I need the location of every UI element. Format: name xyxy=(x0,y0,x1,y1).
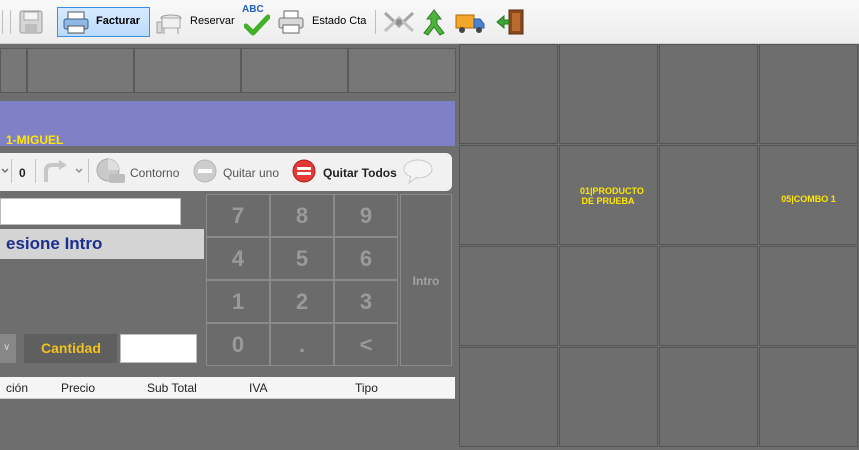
top-grid-cell[interactable] xyxy=(241,48,348,93)
keypad-key-3[interactable]: 3 xyxy=(334,280,398,323)
chevron-down-icon[interactable] xyxy=(1,166,9,176)
product-tile[interactable] xyxy=(459,347,558,447)
product-tile[interactable] xyxy=(659,44,758,144)
column-header-iva[interactable]: IVA xyxy=(249,381,267,395)
reservar-label[interactable]: Reservar xyxy=(190,15,235,27)
keypad-key-9[interactable]: 9 xyxy=(334,194,398,237)
table-reserve-icon[interactable] xyxy=(155,8,183,36)
keypad-key-6[interactable]: 6 xyxy=(334,237,398,280)
action-separator xyxy=(88,159,89,183)
spelling-button[interactable]: ABC xyxy=(240,4,274,38)
remove-all-icon[interactable] xyxy=(291,158,317,184)
column-header-tipo[interactable]: Tipo xyxy=(355,381,378,395)
split-account-icon[interactable] xyxy=(382,8,416,36)
top-grid-cell[interactable] xyxy=(134,48,241,93)
toolbar-separator xyxy=(375,10,376,34)
estado-cta-label[interactable]: Estado Cta xyxy=(312,15,366,27)
quitar-uno-label[interactable]: Quitar uno xyxy=(223,166,279,180)
top-grid-cell[interactable] xyxy=(27,48,134,93)
quantity-dropdown[interactable]: ∨ xyxy=(0,334,16,363)
keypad-key-2[interactable]: 2 xyxy=(270,280,334,323)
remove-one-icon[interactable] xyxy=(192,158,218,184)
product-tile[interactable] xyxy=(659,246,758,346)
facturar-button[interactable]: Facturar xyxy=(57,7,150,37)
redo-arrow-icon[interactable] xyxy=(41,158,69,184)
quitar-todos-label[interactable]: Quitar Todos xyxy=(323,166,397,180)
printer-icon xyxy=(63,11,89,34)
product-tile[interactable] xyxy=(759,246,858,346)
keypad-key-4[interactable]: 4 xyxy=(206,237,270,280)
delivery-truck-icon[interactable] xyxy=(454,8,486,36)
product-tile[interactable] xyxy=(559,246,658,346)
statement-printer-icon[interactable] xyxy=(277,8,305,36)
product-tile[interactable] xyxy=(559,44,658,144)
keypad-intro-button[interactable]: Intro xyxy=(400,194,452,366)
toolbar-separator xyxy=(2,10,3,34)
action-separator xyxy=(35,159,36,183)
toolbar: Facturar Reservar ABC Estado Cta xyxy=(0,0,859,44)
contorno-label[interactable]: Contorno xyxy=(130,166,179,180)
chevron-down-icon[interactable] xyxy=(75,166,83,176)
product-code-input[interactable] xyxy=(0,198,181,225)
top-grid-cell[interactable] xyxy=(0,48,27,93)
product-tile[interactable] xyxy=(459,246,558,346)
save-icon[interactable] xyxy=(17,8,45,36)
product-grid: 01|PRODUCTO DE PRUEBA 05|COMBO 1 xyxy=(459,44,859,450)
product-tile[interactable] xyxy=(759,347,858,447)
column-header-precio[interactable]: Precio xyxy=(61,381,95,395)
comment-bubble-icon[interactable] xyxy=(402,158,434,184)
zero-counter[interactable]: 0 xyxy=(19,166,26,180)
toolbar-separator xyxy=(10,10,11,34)
chevron-down-icon: ∨ xyxy=(3,342,11,353)
merge-arrow-icon[interactable] xyxy=(420,8,448,36)
column-header-subtotal[interactable]: Sub Total xyxy=(147,381,197,395)
column-header-descripcion[interactable]: ción xyxy=(6,381,28,395)
product-tile[interactable] xyxy=(459,44,558,144)
checkmark-icon xyxy=(244,14,270,36)
product-tile[interactable] xyxy=(659,347,758,447)
keypad-key-backspace[interactable]: < xyxy=(334,323,398,366)
top-grid-cell[interactable] xyxy=(348,48,456,93)
customer-name: 1-MIGUEL xyxy=(6,133,64,147)
quantity-input[interactable] xyxy=(120,334,197,363)
contorno-icon[interactable] xyxy=(95,156,127,186)
product-tile-combo-1[interactable]: 05|COMBO 1 xyxy=(759,145,858,245)
keypad-key-dot[interactable]: . xyxy=(270,323,334,366)
product-tile-producto-de-prueba[interactable]: 01|PRODUCTO DE PRUEBA xyxy=(559,145,658,245)
product-tile[interactable] xyxy=(759,44,858,144)
customer-header xyxy=(0,101,455,146)
product-tile[interactable] xyxy=(659,145,758,245)
keypad-key-0[interactable]: 0 xyxy=(206,323,270,366)
action-separator xyxy=(11,159,12,183)
facturar-label: Facturar xyxy=(96,15,141,27)
keypad-key-8[interactable]: 8 xyxy=(270,194,334,237)
quantity-label: Cantidad xyxy=(41,340,101,356)
prompt-message: esione Intro xyxy=(6,234,103,253)
exit-door-icon[interactable] xyxy=(495,8,527,36)
product-tile[interactable] xyxy=(559,347,658,447)
keypad-key-5[interactable]: 5 xyxy=(270,237,334,280)
product-tile[interactable] xyxy=(459,145,558,245)
keypad-key-1[interactable]: 1 xyxy=(206,280,270,323)
keypad-key-7[interactable]: 7 xyxy=(206,194,270,237)
